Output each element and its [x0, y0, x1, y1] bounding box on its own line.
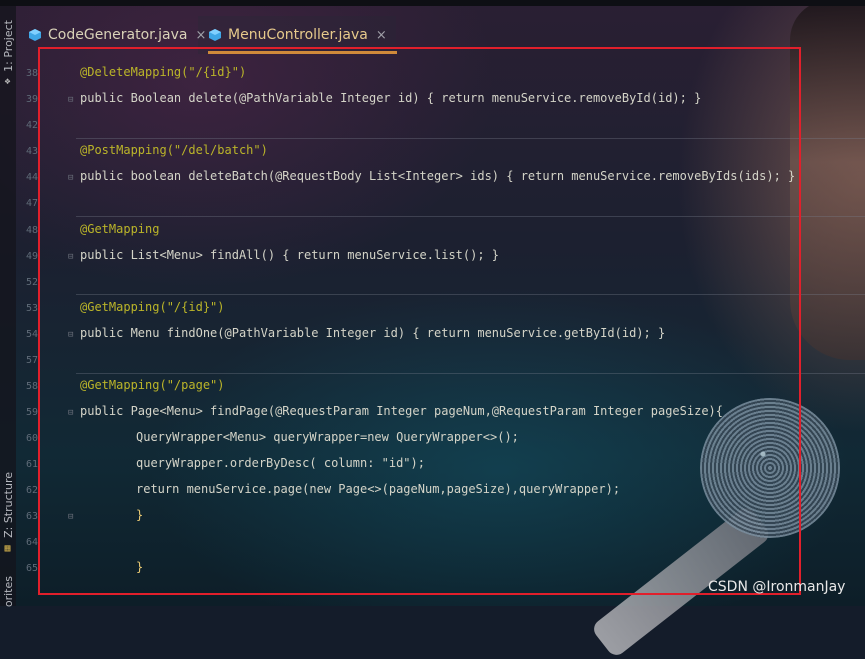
line-number: 39: [25, 94, 38, 105]
line-number: 63: [25, 511, 38, 522]
line-number: 58: [25, 381, 38, 392]
highlight-box: [38, 47, 801, 595]
line-number: 65: [25, 563, 38, 574]
tool-window-strip: ❖ 1: Project Z: Structure ▦ orites: [0, 6, 16, 607]
line-number: 59: [25, 407, 38, 418]
title-strip: [0, 0, 865, 6]
project-tool-button[interactable]: 1: Project: [2, 20, 15, 72]
line-number: 64: [25, 537, 38, 548]
line-number: 62: [25, 485, 38, 496]
line-number: 48: [25, 225, 38, 236]
watermark: CSDN @IronmanJay: [708, 579, 846, 595]
java-class-icon: [29, 29, 41, 41]
structure-icon[interactable]: ▦: [2, 543, 13, 554]
line-number: 38: [25, 68, 38, 79]
structure-tool-button[interactable]: Z: Structure: [2, 472, 15, 538]
tab-label: MenuController.java: [228, 27, 368, 43]
line-number: 53: [25, 303, 38, 314]
line-number: 61: [25, 459, 38, 470]
line-number: 47: [25, 198, 38, 209]
line-number: 52: [25, 277, 38, 288]
line-number: 42: [25, 120, 38, 131]
close-icon[interactable]: ×: [195, 28, 206, 43]
favorites-tool-button[interactable]: orites: [2, 576, 15, 607]
project-icon[interactable]: ❖: [2, 76, 13, 87]
tab-menucontroller[interactable]: MenuController.java ×: [208, 22, 387, 48]
line-number: 49: [25, 251, 38, 262]
tab-label: CodeGenerator.java: [48, 27, 188, 43]
line-number: 44: [25, 172, 38, 183]
java-class-icon: [209, 29, 221, 41]
close-icon[interactable]: ×: [376, 28, 387, 43]
line-number: 43: [25, 146, 38, 157]
tab-codegenerator[interactable]: CodeGenerator.java ×: [28, 22, 206, 48]
line-number: 60: [25, 433, 38, 444]
line-number: 54: [25, 329, 38, 340]
line-number: 57: [25, 355, 38, 366]
